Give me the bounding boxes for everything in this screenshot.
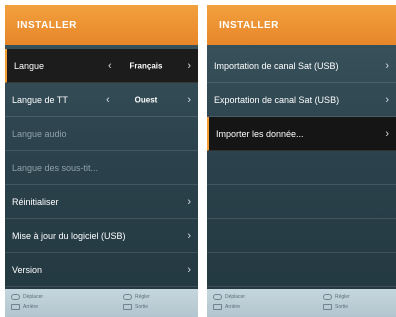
menu-header: INSTALLER bbox=[207, 5, 396, 45]
menu-title: INSTALLER bbox=[219, 19, 279, 31]
chevron-right-icon: › bbox=[385, 127, 389, 140]
hint-exit-label: Sortie bbox=[335, 304, 349, 310]
menu-title: INSTALLER bbox=[17, 19, 77, 31]
footer-hints: Déplacer Régler Arrière Sortie bbox=[207, 289, 396, 317]
menu-item-export-sat[interactable]: Exportation de canal Sat (USB) › bbox=[207, 83, 396, 117]
hint-back: Arrière bbox=[11, 304, 38, 310]
hint-back-label: Arrière bbox=[225, 304, 241, 310]
chevron-right-icon: › bbox=[385, 59, 389, 72]
menu-item-label: Mise à jour du logiciel (USB) bbox=[12, 230, 126, 241]
hint-move: Déplacer bbox=[213, 294, 245, 300]
chevron-right-icon: › bbox=[187, 263, 191, 276]
menu-item-label: Réinitialiser bbox=[12, 196, 59, 207]
chevron-right-icon: › bbox=[187, 229, 191, 242]
empty-row bbox=[207, 219, 396, 253]
chevron-left-icon[interactable]: ‹ bbox=[108, 60, 112, 72]
menu-item-label: Importation de canal Sat (USB) bbox=[214, 60, 339, 71]
chevron-right-icon[interactable]: › bbox=[187, 94, 191, 106]
ok-icon bbox=[123, 294, 132, 300]
menu-item-version[interactable]: Version › bbox=[5, 253, 198, 287]
installer-screenshot: INSTALLER Langue ‹ Français › Langue de … bbox=[0, 0, 396, 317]
menu-item-import-sat[interactable]: Importation de canal Sat (USB) › bbox=[207, 49, 396, 83]
empty-row bbox=[207, 253, 396, 287]
hint-exit: Sortie bbox=[323, 304, 348, 310]
menu-item-label: Langue des sous-tit... bbox=[12, 162, 99, 173]
back-icon bbox=[11, 304, 20, 310]
menu-item-import-data[interactable]: Importer les donnée... › bbox=[207, 117, 396, 151]
chevron-right-icon: › bbox=[187, 195, 191, 208]
menu-item-langue-audio: Langue audio bbox=[5, 117, 198, 151]
hint-back-label: Arrière bbox=[23, 304, 39, 310]
menu-item-label: Version bbox=[12, 264, 43, 275]
menu-item-langue[interactable]: Langue ‹ Français › bbox=[5, 49, 198, 83]
hint-adjust: Régler bbox=[323, 294, 350, 300]
hint-adjust-label: Régler bbox=[335, 294, 350, 300]
langue-value: Français bbox=[129, 61, 163, 70]
footer-hints: Déplacer Régler Arrière Sortie bbox=[5, 289, 198, 317]
installer-menu-left: INSTALLER Langue ‹ Français › Langue de … bbox=[5, 5, 198, 317]
menu-item-label: Langue audio bbox=[12, 128, 67, 139]
chevron-left-icon[interactable]: ‹ bbox=[106, 94, 110, 106]
hint-exit: Sortie bbox=[123, 304, 148, 310]
menu-list: Langue ‹ Français › Langue de TT ‹ Ouest… bbox=[5, 49, 198, 287]
menu-item-label: Importer les donnée... bbox=[216, 128, 304, 139]
menu-item-langue-sous-titres: Langue des sous-tit... bbox=[5, 151, 198, 185]
hint-move-label: Déplacer bbox=[225, 294, 246, 300]
menu-item-label: Langue bbox=[14, 60, 45, 71]
menu-item-reinitialiser[interactable]: Réinitialiser › bbox=[5, 185, 198, 219]
installer-menu-right: INSTALLER Importation de canal Sat (USB)… bbox=[207, 5, 396, 317]
menu-list: Importation de canal Sat (USB) › Exporta… bbox=[207, 49, 396, 287]
menu-header: INSTALLER bbox=[5, 5, 198, 45]
langue-tt-value: Ouest bbox=[134, 95, 158, 104]
chevron-right-icon: › bbox=[385, 93, 389, 106]
empty-row bbox=[207, 151, 396, 185]
menu-item-label: Exportation de canal Sat (USB) bbox=[214, 94, 340, 105]
dpad-icon bbox=[213, 294, 222, 300]
hint-exit-label: Sortie bbox=[135, 304, 149, 310]
back-icon bbox=[213, 304, 222, 310]
hint-back: Arrière bbox=[213, 304, 240, 310]
hint-adjust: Régler bbox=[123, 294, 150, 300]
menu-item-mise-a-jour[interactable]: Mise à jour du logiciel (USB) › bbox=[5, 219, 198, 253]
hint-move-label: Déplacer bbox=[23, 294, 44, 300]
hint-move: Déplacer bbox=[11, 294, 43, 300]
exit-icon bbox=[323, 304, 332, 310]
empty-row bbox=[207, 185, 396, 219]
exit-icon bbox=[123, 304, 132, 310]
menu-item-langue-tt[interactable]: Langue de TT ‹ Ouest › bbox=[5, 83, 198, 117]
ok-icon bbox=[323, 294, 332, 300]
dpad-icon bbox=[11, 294, 20, 300]
chevron-right-icon[interactable]: › bbox=[187, 60, 191, 72]
menu-item-label: Langue de TT bbox=[12, 94, 68, 105]
hint-adjust-label: Régler bbox=[135, 294, 150, 300]
